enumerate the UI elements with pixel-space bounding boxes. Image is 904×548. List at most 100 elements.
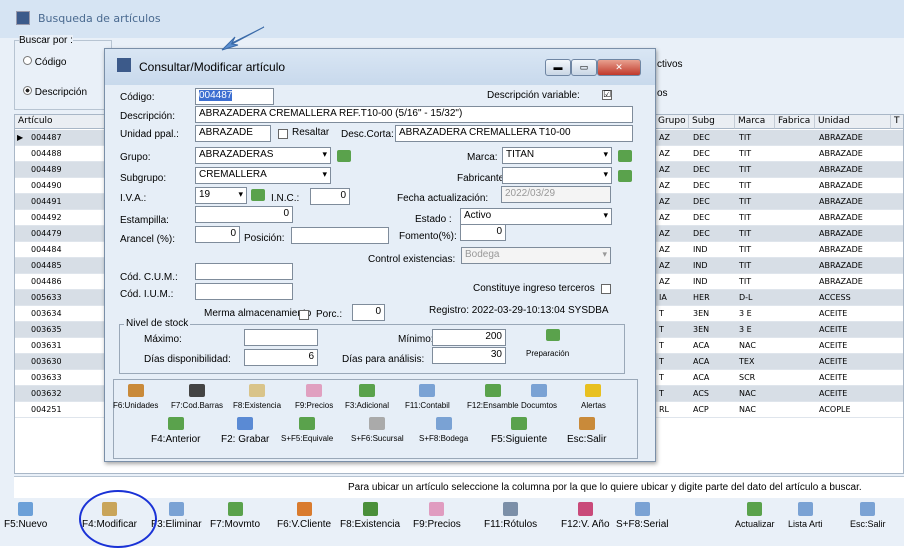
ingreso-checkbox[interactable] (601, 284, 611, 294)
dialog-nav-0[interactable]: F4:Anterior (151, 417, 200, 445)
fabricante-select[interactable] (502, 167, 612, 184)
marca-go-icon[interactable] (618, 150, 632, 162)
desc-variable-checkbox[interactable]: ☑ (602, 90, 612, 100)
control-select: Bodega (461, 247, 611, 264)
stock-group: Nivel de stock Máximo: Mínimo: 200 Días … (119, 318, 625, 374)
bottom-button-icon (503, 502, 519, 516)
merma-checkbox[interactable] (299, 310, 309, 320)
dialog-nav-5[interactable]: F5:Siguiente (491, 417, 547, 445)
estampilla-field[interactable]: 0 (195, 206, 293, 223)
radio-description-circle[interactable] (23, 86, 32, 95)
bottom-button-11[interactable]: Lista Arti (788, 500, 823, 529)
radio-description-label: Descripción (34, 87, 88, 98)
dias-anal-field[interactable]: 30 (432, 347, 506, 364)
dialog-tool-5[interactable]: F11:Contabil (405, 384, 450, 410)
table-cell: AZ (659, 197, 670, 206)
dialog-nav-icon (435, 417, 452, 430)
table-cell: ABRAZADE (819, 229, 863, 238)
fomento-label: Fomento(%): (399, 231, 457, 242)
bottom-button-7[interactable]: F11:Rótulos (484, 500, 537, 530)
dialog-tool-4[interactable]: F3:Adicional (345, 384, 389, 410)
col-header-subg[interactable]: Subg (689, 115, 735, 129)
search-by-label: Buscar por : (19, 35, 73, 46)
table-cell: 004485 (31, 261, 62, 270)
dialog-tool-2[interactable]: F8:Existencia (233, 384, 281, 410)
codigo-field[interactable]: 004487 (195, 88, 274, 105)
table-cell: ACEITE (819, 309, 848, 318)
dialog-nav-6[interactable]: Esc:Salir (567, 417, 606, 445)
dialog-tool-6[interactable]: F12:Ensamble (467, 384, 519, 410)
maximo-field[interactable] (244, 329, 318, 346)
minimo-field[interactable]: 200 (432, 329, 506, 346)
bottom-button-5[interactable]: F8:Existencia (340, 500, 400, 530)
dialog-tool-1[interactable]: F7:Cod.Barras (171, 384, 223, 410)
table-cell: ABRAZADE (819, 133, 863, 142)
grupo-select[interactable]: ABRAZADERAS (195, 147, 331, 164)
dialog-tool-3[interactable]: F9:Precios (295, 384, 333, 410)
bottom-button-9[interactable]: S+F8:Serial (616, 500, 669, 530)
arancel-field[interactable]: 0 (195, 226, 240, 243)
bottom-button-10[interactable]: Actualizar (735, 500, 775, 529)
table-cell: T (659, 309, 664, 318)
close-button[interactable]: ✕ (597, 59, 641, 76)
table-cell: ACS (693, 389, 709, 398)
bottom-button-label: F5:Nuevo (4, 519, 48, 530)
dialog-nav-2[interactable]: S+F5:Equivale (281, 417, 333, 443)
dialog-tool-8[interactable]: Alertas (581, 384, 606, 410)
preparacion-icon[interactable] (546, 329, 560, 341)
bottom-button-3[interactable]: F7:Movmto (210, 500, 260, 530)
inc-field[interactable]: 0 (310, 188, 350, 205)
dialog-nav-label: S+F8:Bodega (419, 434, 469, 443)
bottom-button-icon (429, 502, 445, 516)
ium-field[interactable] (195, 283, 293, 300)
table-cell: DEC (693, 149, 710, 158)
bottom-button-icon (296, 502, 312, 516)
bottom-button-6[interactable]: F9:Precios (413, 500, 461, 530)
table-cell: SCR (739, 373, 756, 382)
subgrupo-select[interactable]: CREMALLERA (195, 167, 331, 184)
porc-field[interactable]: 0 (352, 304, 385, 321)
dialog-tool-0[interactable]: F6:Unidades (113, 384, 158, 410)
dias-disp-field[interactable]: 6 (244, 349, 318, 366)
bottom-button-12[interactable]: Esc:Salir (850, 500, 886, 529)
radio-code[interactable]: Código (23, 56, 66, 68)
dialog-nav-3[interactable]: S+F6:Sucursal (351, 417, 404, 443)
col-header-fabrica[interactable]: Fabrica (775, 115, 815, 129)
bottom-button-2[interactable]: F3:Eliminar (151, 500, 202, 530)
iva-select[interactable]: 19 (195, 187, 247, 204)
table-cell: AZ (659, 229, 670, 238)
col-header-unidad[interactable]: Unidad (815, 115, 891, 129)
table-cell: 004479 (31, 229, 62, 238)
radio-description[interactable]: Descripción (23, 86, 87, 98)
fomento-field[interactable]: 0 (460, 224, 506, 241)
resaltar-checkbox[interactable] (278, 129, 288, 139)
col-header-grupo[interactable]: Grupo (655, 115, 689, 129)
dialog-nav-1[interactable]: F2: Grabar (221, 417, 269, 445)
descripcion-field[interactable]: ABRAZADERA CREMALLERA REF.T10-00 (5/16" … (195, 106, 633, 123)
dialog-nav-4[interactable]: S+F8:Bodega (419, 417, 468, 443)
table-cell: T (659, 373, 664, 382)
grupo-go-icon[interactable] (337, 150, 351, 162)
col-header-t[interactable]: T (891, 115, 903, 129)
maximize-button[interactable]: ▭ (571, 59, 597, 76)
main-title: Busqueda de artículos (38, 12, 161, 25)
iva-go-icon[interactable] (251, 189, 265, 201)
bottom-button-8[interactable]: F12:V. Año (561, 500, 610, 530)
grupo-label: Grupo: (120, 152, 151, 163)
desc-corta-field[interactable]: ABRAZADERA CREMALLERA T10-00 (395, 125, 633, 142)
dialog-tool-7[interactable]: Documtos (521, 384, 557, 410)
table-cell: ACEITE (819, 373, 848, 382)
table-cell: AZ (659, 181, 670, 190)
unidad-field[interactable]: ABRAZADE (195, 125, 271, 142)
bottom-button-4[interactable]: F6:V.Cliente (277, 500, 331, 530)
posicion-field[interactable] (291, 227, 389, 244)
cum-field[interactable] (195, 263, 293, 280)
minimize-button[interactable]: ▬ (545, 59, 571, 76)
bottom-button-0[interactable]: F5:Nuevo (4, 500, 47, 530)
marca-select[interactable]: TITAN (502, 147, 612, 164)
estado-select[interactable]: Activo (460, 208, 612, 225)
preparacion-label[interactable]: Preparación (526, 349, 569, 358)
radio-code-circle[interactable] (23, 56, 32, 65)
fabricante-go-icon[interactable] (618, 170, 632, 182)
col-header-marca[interactable]: Marca (735, 115, 775, 129)
